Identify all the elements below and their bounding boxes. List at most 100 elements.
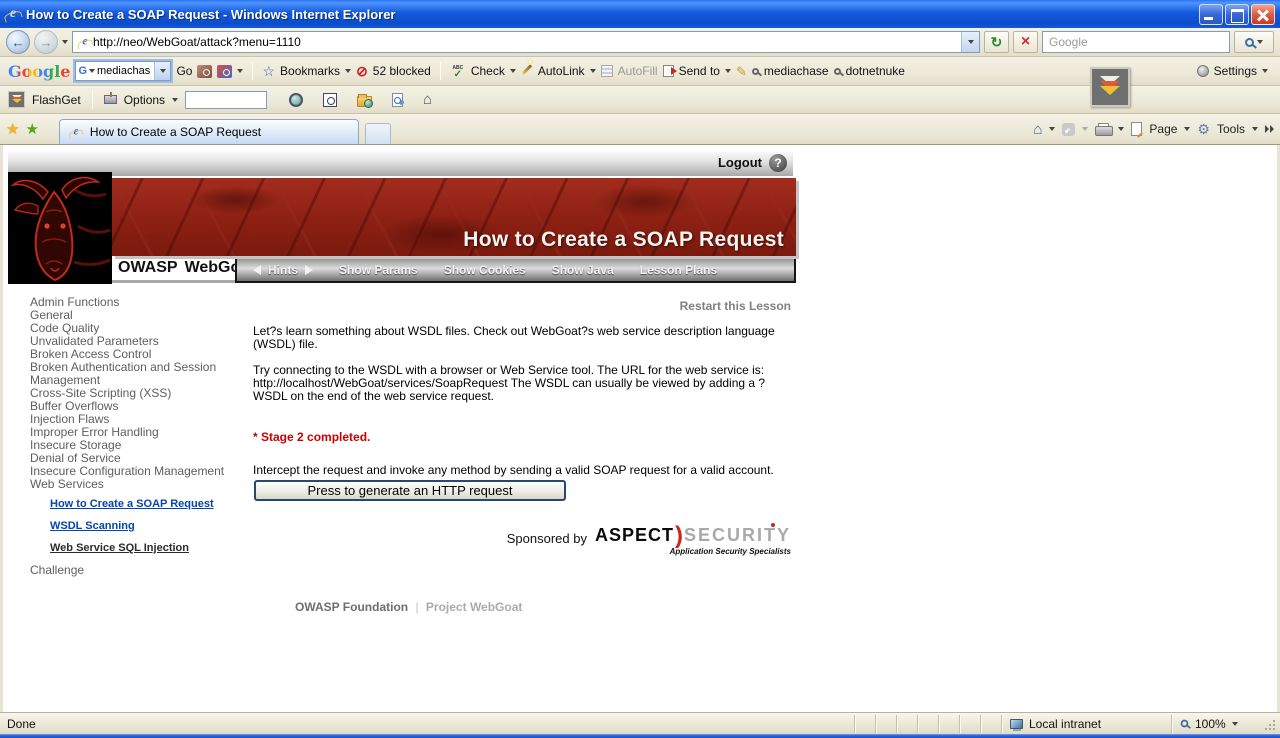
hints-button[interactable]: Hints: [268, 263, 298, 277]
help-icon[interactable]: ?: [769, 153, 787, 172]
send-to-dropdown-icon[interactable]: [724, 69, 731, 73]
print-dropdown-icon[interactable]: [1118, 127, 1125, 131]
history-dropdown-icon[interactable]: [62, 40, 68, 44]
flashget-button[interactable]: FlashGet: [32, 93, 81, 107]
sidebar-item-challenge[interactable]: Challenge: [30, 564, 228, 577]
tools-menu-button[interactable]: Tools: [1217, 122, 1245, 136]
address-input[interactable]: [93, 35, 961, 49]
check-button[interactable]: Check: [471, 64, 505, 78]
toolbar-separator: [252, 62, 254, 80]
search-images-icon[interactable]: [217, 64, 233, 78]
search-icon: [1245, 37, 1254, 47]
address-field[interactable]: e: [72, 31, 980, 53]
lesson-paragraph-2: Try connecting to the WSDL with a browse…: [253, 363, 766, 403]
capture-target-icon[interactable]: [323, 92, 338, 107]
site-explorer-icon[interactable]: [357, 93, 374, 108]
search-tools-dropdown-icon[interactable]: [237, 69, 244, 73]
sublink-sql-injection[interactable]: Web Service SQL Injection: [50, 542, 253, 554]
settings-button[interactable]: Settings: [1196, 64, 1272, 78]
restore-button[interactable]: [1225, 3, 1249, 25]
zoom-control[interactable]: 100%: [1171, 714, 1263, 733]
zoom-icon: [1180, 719, 1189, 728]
flashget-dropzone-icon[interactable]: [1090, 67, 1130, 107]
sidebar-item-broken-authentication[interactable]: Broken Authentication and Session Manage…: [30, 361, 228, 387]
highlighter-icon[interactable]: ✎: [736, 65, 747, 78]
home-icon[interactable]: ⌂: [1033, 122, 1042, 137]
options-button[interactable]: Options: [124, 93, 165, 107]
status-text: Done: [7, 716, 36, 731]
footer-project-link[interactable]: Project WebGoat: [426, 600, 522, 614]
sublink-soap-request[interactable]: How to Create a SOAP Request: [50, 498, 253, 510]
check-dropdown-icon[interactable]: [509, 69, 516, 73]
generate-http-request-button[interactable]: Press to generate an HTTP request: [254, 480, 566, 501]
tools-dropdown-icon[interactable]: [1252, 127, 1258, 131]
new-tab-button[interactable]: [364, 123, 391, 144]
autolink-wand-icon: [521, 63, 533, 75]
dotnetnuke-button[interactable]: dotnetnuke: [846, 64, 905, 78]
download-links-icon[interactable]: [392, 92, 404, 107]
tab-active[interactable]: e How to Create a SOAP Request: [58, 119, 359, 144]
lesson-content: Restart this Lesson Let?s learn somethin…: [253, 296, 793, 614]
options-dropdown-icon[interactable]: [172, 97, 179, 102]
stop-icon: ×: [1020, 33, 1031, 50]
sidebar-item-web-services[interactable]: Web Services: [30, 478, 228, 491]
page-favicon-icon: e: [78, 35, 92, 49]
search-go-button[interactable]: [1234, 31, 1274, 53]
send-to-button[interactable]: Send to: [679, 64, 720, 78]
stop-button[interactable]: ×: [1013, 31, 1038, 53]
address-dropdown-button[interactable]: [961, 32, 979, 52]
page-menu-button[interactable]: Page: [1149, 122, 1177, 136]
lesson-plans-button[interactable]: Lesson Plans: [640, 263, 717, 277]
show-cookies-button[interactable]: Show Cookies: [444, 263, 526, 277]
favorites-center-icon[interactable]: ★: [6, 122, 19, 137]
sublink-wsdl-scanning[interactable]: WSDL Scanning: [50, 520, 253, 532]
search-site-icon[interactable]: [197, 64, 213, 78]
hints-next-icon[interactable]: [305, 264, 313, 275]
web-services-sublinks: How to Create a SOAP Request WSDL Scanni…: [50, 498, 253, 554]
combo-mode-dropdown-icon[interactable]: [89, 69, 96, 73]
back-button[interactable]: ←: [6, 30, 30, 54]
mediachase-button[interactable]: mediachase: [764, 64, 829, 78]
logout-button[interactable]: Logout: [718, 155, 762, 170]
status-pane: [959, 714, 980, 733]
google-search-combo[interactable]: G mediachas: [73, 59, 174, 83]
search-box[interactable]: [1042, 31, 1230, 53]
minimize-button[interactable]: [1199, 3, 1223, 25]
page-viewport: Logout ? How to Create a SOAP Request OW…: [0, 145, 1280, 712]
refresh-button[interactable]: ↻: [984, 31, 1009, 53]
feeds-icon[interactable]: [1062, 122, 1076, 136]
toolbar-overflow-icon[interactable]: [1265, 124, 1274, 134]
add-favorite-icon[interactable]: ★: [25, 122, 38, 137]
search-input[interactable]: [1043, 35, 1229, 49]
autolink-button[interactable]: AutoLink: [538, 64, 585, 78]
autolink-dropdown-icon[interactable]: [589, 69, 596, 73]
autofill-icon: [600, 65, 613, 77]
dotnetnuke-search-icon: [833, 67, 841, 75]
flashget-home-icon[interactable]: ⌂: [423, 92, 432, 107]
webgoat-goat-logo: [8, 172, 112, 284]
flashget-input[interactable]: [185, 90, 268, 109]
popup-blocked-button[interactable]: 52 blocked: [373, 64, 431, 78]
combo-dropdown-button[interactable]: [154, 62, 171, 80]
show-java-button[interactable]: Show Java: [552, 263, 614, 277]
hints-prev-icon[interactable]: [253, 264, 261, 275]
browser-window: e How to Create a SOAP Request - Windows…: [0, 0, 1280, 738]
print-icon[interactable]: [1095, 123, 1114, 136]
web-search-icon[interactable]: [289, 92, 304, 107]
home-dropdown-icon[interactable]: [1049, 127, 1056, 131]
show-params-button[interactable]: Show Params: [339, 263, 418, 277]
forward-button[interactable]: →: [34, 30, 58, 54]
status-pane: [854, 714, 875, 733]
restart-lesson-link[interactable]: Restart this Lesson: [253, 299, 791, 313]
bookmarks-button[interactable]: Bookmarks: [280, 64, 340, 78]
security-zone-pane: Local intranet: [1001, 714, 1161, 733]
footer-owasp-link[interactable]: OWASP Foundation: [295, 600, 408, 614]
zoom-dropdown-icon[interactable]: [1231, 721, 1238, 726]
go-button[interactable]: Go: [176, 64, 192, 78]
page-dropdown-icon[interactable]: [1184, 127, 1191, 131]
bookmarks-dropdown-icon[interactable]: [345, 69, 352, 73]
close-button[interactable]: [1251, 3, 1275, 25]
resize-grip[interactable]: [1263, 716, 1277, 732]
hints-control[interactable]: Hints: [253, 263, 313, 277]
flashget-toolbar: FlashGet Options ⌂: [0, 86, 1280, 114]
